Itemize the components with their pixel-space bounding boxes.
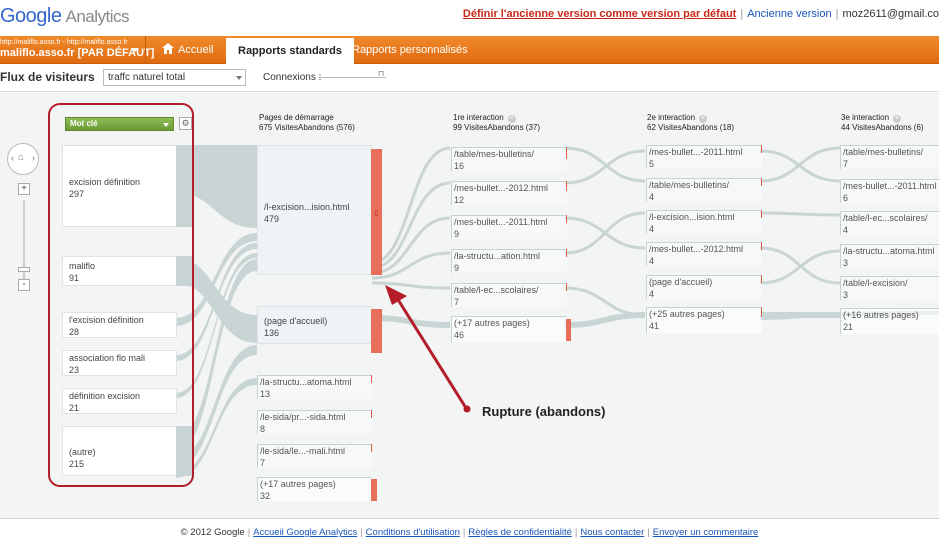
flow-canvas[interactable]: ‹ ⌂ › + - Mot clé ⚙ Pages de démarrage 6… [0,93,939,518]
annotation-label: Rupture (abandons) [482,404,606,419]
chevron-down-icon [236,76,242,80]
top-bar: Google Analytics Définir l'ancienne versi… [0,0,939,36]
slider-handle-icon[interactable]: ⊓ [378,69,384,78]
annotation-arrow [385,285,471,413]
nav-divider [145,36,146,64]
account-selector[interactable]: http://maliflo.asso.fr - http://maliflo.… [0,38,155,59]
home-icon [162,43,174,54]
tab-custom-reports[interactable]: Rapports personnalisés [340,36,480,64]
footer-link-home[interactable]: Accueil Google Analytics [253,527,357,538]
old-version-link[interactable]: Ancienne version [747,8,831,20]
copyright: © 2012 Google [180,527,245,538]
footer: © 2012 Google | Accueil Google Analytics | C… [0,518,939,545]
segment-select[interactable]: traffc naturel total [103,69,246,86]
connections-label: Connexions : [263,72,322,83]
account-name: maliflo.asso.fr [PAR DÉFAUT] [0,47,155,59]
tab-home-label: Accueil [178,44,214,56]
footer-link-contact[interactable]: Nous contacter [580,527,644,538]
main-nav: http://maliflo.asso.fr - http://maliflo.… [0,36,939,64]
segment-value: traffc naturel total [108,72,186,83]
footer-link-privacy[interactable]: Règles de confidentialité [468,527,572,538]
chevron-down-icon [131,48,139,52]
tab-home[interactable]: Accueil [150,36,225,64]
footer-link-terms[interactable]: Conditions d'utilisation [366,527,460,538]
set-default-version-link[interactable]: Définir l'ancienne version comme version… [463,8,736,20]
logo-google: Google [0,5,62,27]
account-urls: http://maliflo.asso.fr - http://maliflo.… [0,39,128,46]
google-analytics-logo[interactable]: Google Analytics [0,5,130,28]
user-email[interactable]: moz2611@gmail.co [842,8,939,20]
top-links: Définir l'ancienne version comme version… [462,8,939,20]
report-toolbar: Flux de visiteurs traffc naturel total C… [0,64,939,92]
footer-link-feedback[interactable]: Envoyer un commentaire [653,527,759,538]
tab-standard-reports[interactable]: Rapports standards [226,38,354,64]
page-title: Flux de visiteurs [0,70,95,84]
logo-product: Analytics [65,7,130,26]
connections-slider[interactable] [318,77,386,78]
